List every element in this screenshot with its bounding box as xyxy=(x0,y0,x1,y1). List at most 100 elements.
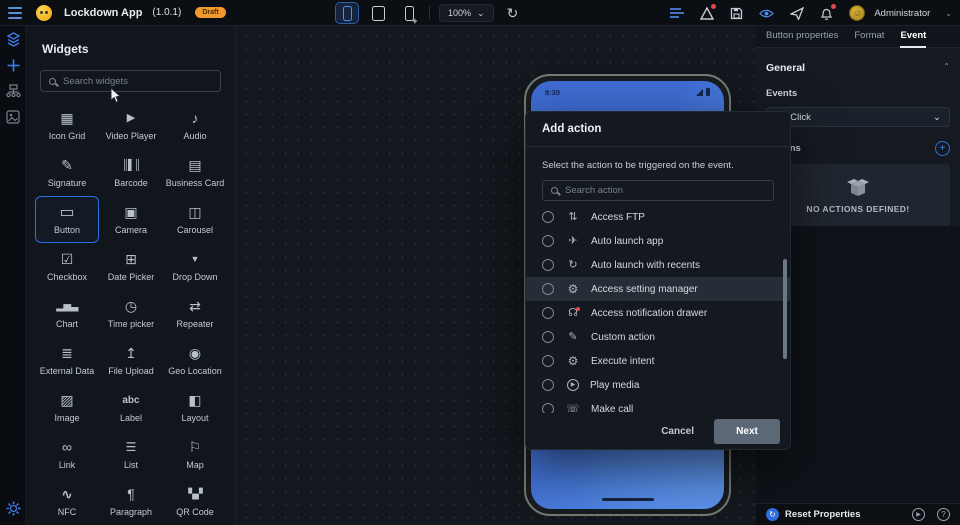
widget-item-business-card[interactable]: Business Card xyxy=(163,149,227,196)
widget-item-external-data[interactable]: External Data xyxy=(35,337,99,384)
action-list-item[interactable]: Execute intent xyxy=(526,349,790,373)
reset-icon[interactable]: ↻ xyxy=(766,508,779,521)
widget-label: File Upload xyxy=(108,366,154,376)
radio-icon[interactable] xyxy=(542,283,554,295)
widget-search-box[interactable] xyxy=(40,70,221,92)
pencil-icon xyxy=(566,332,580,343)
action-list-item[interactable]: Access FTP xyxy=(526,205,790,229)
action-list-scrollbar[interactable] xyxy=(783,259,787,359)
cancel-button[interactable]: Cancel xyxy=(661,426,694,437)
widget-item-paragraph[interactable]: Paragraph xyxy=(99,478,163,525)
no-actions-empty-state: NO ACTIONS DEFINED! xyxy=(766,164,950,228)
radio-icon[interactable] xyxy=(542,331,554,343)
question-help-icon[interactable]: ? xyxy=(937,508,950,521)
action-list-item[interactable]: Play media xyxy=(526,373,790,397)
widget-item-repeater[interactable]: Repeater xyxy=(163,290,227,337)
widget-item-file-upload[interactable]: File Upload xyxy=(99,337,163,384)
event-type-dropdown[interactable]: On Click ⌄ xyxy=(766,107,950,127)
reset-properties-label[interactable]: Reset Properties xyxy=(785,509,861,520)
radio-icon[interactable] xyxy=(542,379,554,391)
widget-item-drop-down[interactable]: Drop Down xyxy=(163,243,227,290)
widgets-panel: Widgets Icon Grid Video Player Audio Sig… xyxy=(26,26,236,525)
action-list-item[interactable]: Auto launch app xyxy=(526,229,790,253)
widget-search-input[interactable] xyxy=(63,76,212,87)
rail-widgets-layers-icon[interactable] xyxy=(0,26,26,52)
widget-label: Time picker xyxy=(108,319,154,329)
widget-item-date-picker[interactable]: Date Picker xyxy=(99,243,163,290)
user-menu-chevron-icon[interactable]: ⌄ xyxy=(945,9,952,18)
align-list-icon[interactable] xyxy=(669,6,684,21)
action-list-item[interactable]: Custom action xyxy=(526,325,790,349)
ftp-icon xyxy=(566,212,580,223)
widget-label: Carousel xyxy=(177,225,213,235)
tab-event[interactable]: Event xyxy=(900,26,926,48)
status-time: 9:30 xyxy=(545,88,560,97)
publish-send-icon[interactable] xyxy=(789,6,804,21)
save-icon[interactable] xyxy=(729,6,744,21)
widget-item-icon-grid[interactable]: Icon Grid xyxy=(35,102,99,149)
widget-item-audio[interactable]: Audio xyxy=(163,102,227,149)
rail-media-image-icon[interactable] xyxy=(0,104,26,130)
rail-flow-sitemap-icon[interactable] xyxy=(0,78,26,104)
rail-settings-gear-icon[interactable] xyxy=(0,495,26,521)
user-name: Administrator xyxy=(874,8,930,19)
widget-item-checkbox[interactable]: Checkbox xyxy=(35,243,99,290)
action-list-item[interactable]: Auto launch with recents xyxy=(526,253,790,277)
widget-item-layout[interactable]: Layout xyxy=(163,384,227,431)
tab-button-properties[interactable]: Button properties xyxy=(766,26,838,48)
widget-grid: Icon Grid Video Player Audio Signature B… xyxy=(35,102,235,525)
widget-item-barcode[interactable]: Barcode xyxy=(99,149,163,196)
rotate-device-icon[interactable]: ↻ xyxy=(507,5,519,22)
icon-grid-icon xyxy=(60,110,73,127)
widget-item-button[interactable]: Button xyxy=(35,196,99,243)
radio-icon[interactable] xyxy=(542,235,554,247)
collapse-chevron-icon[interactable]: ⌃ xyxy=(943,62,950,71)
hamburger-menu-icon[interactable] xyxy=(8,7,22,19)
general-section-label: General xyxy=(766,62,805,74)
widget-label: Checkbox xyxy=(47,272,87,282)
preview-eye-icon[interactable] xyxy=(759,6,774,21)
widget-label: Map xyxy=(186,460,204,470)
widget-item-map[interactable]: Map xyxy=(163,431,227,478)
action-search-input[interactable] xyxy=(565,185,765,196)
status-icons xyxy=(696,88,710,96)
widget-item-image[interactable]: Image xyxy=(35,384,99,431)
checkbox-icon xyxy=(61,251,74,268)
widget-item-camera[interactable]: Camera xyxy=(99,196,163,243)
radio-icon[interactable] xyxy=(542,259,554,271)
radio-icon[interactable] xyxy=(542,211,554,223)
tablet-preview-button[interactable] xyxy=(367,3,389,23)
widget-label: Drop Down xyxy=(172,272,217,282)
widget-label: Button xyxy=(54,225,80,235)
rail-add-icon[interactable] xyxy=(0,52,26,78)
user-avatar[interactable]: ☺ xyxy=(849,5,865,21)
radio-icon[interactable] xyxy=(542,355,554,367)
notifications-bell-icon[interactable] xyxy=(819,6,834,21)
play-help-icon[interactable]: ▶ xyxy=(912,508,925,521)
radio-icon[interactable] xyxy=(542,307,554,319)
widget-item-qr-code[interactable]: QR Code xyxy=(163,478,227,525)
home-indicator xyxy=(602,498,654,501)
widget-item-video-player[interactable]: Video Player xyxy=(99,102,163,149)
widget-item-nfc[interactable]: NFC xyxy=(35,478,99,525)
empty-box-icon xyxy=(845,178,871,198)
zoom-dropdown[interactable]: 100% ⌄ xyxy=(439,4,494,22)
widget-item-chart[interactable]: Chart xyxy=(35,290,99,337)
widget-item-time-picker[interactable]: Time picker xyxy=(99,290,163,337)
next-button[interactable]: Next xyxy=(714,419,780,444)
widget-item-carousel[interactable]: Carousel xyxy=(163,196,227,243)
widget-item-signature[interactable]: Signature xyxy=(35,149,99,196)
add-action-plus-icon[interactable]: + xyxy=(935,141,950,156)
warning-triangle-icon[interactable] xyxy=(699,6,714,21)
action-list-item[interactable]: Access setting manager xyxy=(526,277,790,301)
widget-item-list[interactable]: List xyxy=(99,431,163,478)
add-device-button[interactable] xyxy=(398,3,420,23)
widgets-panel-title: Widgets xyxy=(42,42,235,56)
phone-preview-button[interactable] xyxy=(336,3,358,23)
widget-item-geo-location[interactable]: Geo Location xyxy=(163,337,227,384)
tab-format[interactable]: Format xyxy=(854,26,884,48)
widget-item-link[interactable]: Link xyxy=(35,431,99,478)
action-list-item[interactable]: Access notification drawer xyxy=(526,301,790,325)
widget-item-label[interactable]: Label xyxy=(99,384,163,431)
action-search-box[interactable] xyxy=(542,180,774,201)
